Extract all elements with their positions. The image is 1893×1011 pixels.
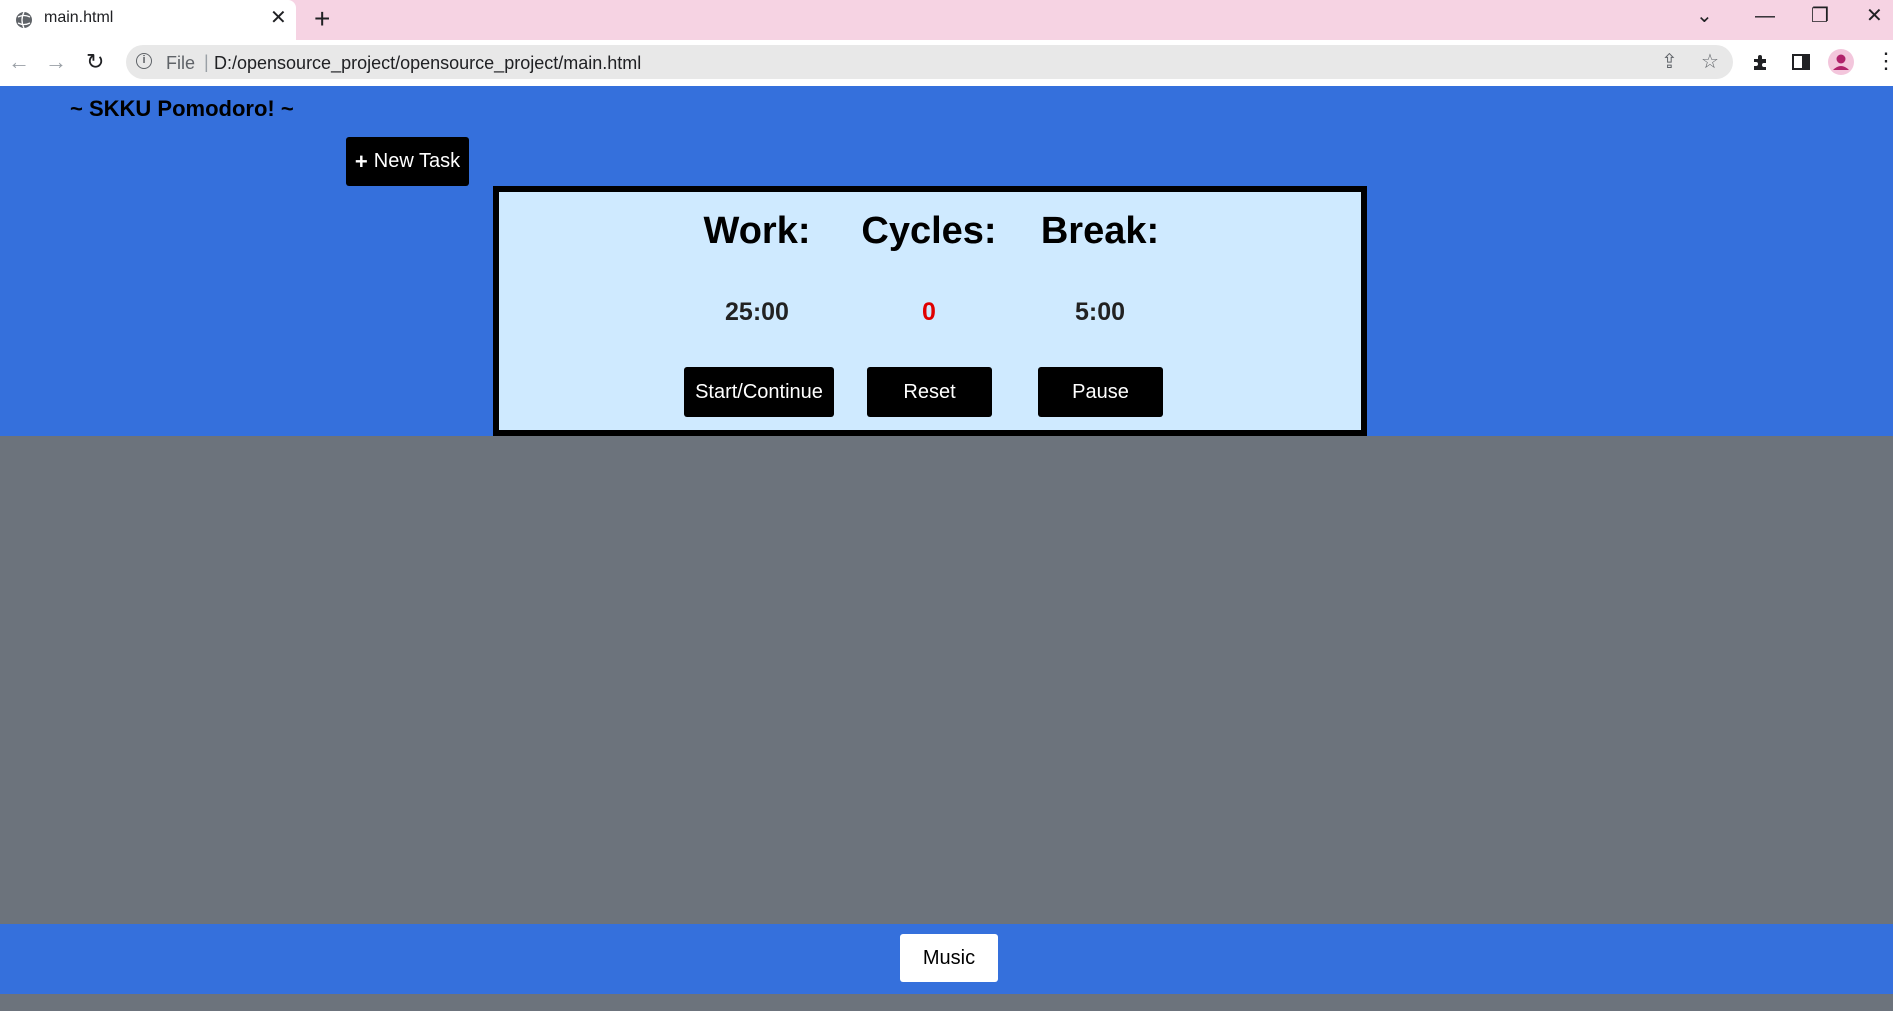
browser-toolbar: ← → ↻ i File | D:/opensource_project/ope…	[0, 40, 1893, 86]
url-text[interactable]: D:/opensource_project/opensource_project…	[214, 53, 641, 74]
pause-button[interactable]: Pause	[1038, 367, 1163, 417]
share-icon[interactable]: ⇪	[1661, 51, 1678, 73]
reset-button[interactable]: Reset	[867, 367, 992, 417]
cycles-heading: Cycles:	[861, 210, 997, 252]
page-content: ~ SKKU Pomodoro! ~ + New Task Work: Cycl…	[0, 86, 1893, 1011]
globe-icon	[16, 11, 32, 29]
new-tab-icon[interactable]: +	[314, 5, 330, 33]
work-time: 25:00	[725, 298, 789, 326]
break-heading: Break:	[1040, 210, 1160, 252]
side-panel-icon[interactable]	[1791, 52, 1811, 72]
restore-icon[interactable]: ❐	[1811, 4, 1829, 28]
browser-tabstrip: main.html ✕ + ⌄ — ❐ ✕	[0, 0, 1893, 40]
music-button[interactable]: Music	[900, 934, 998, 982]
new-task-button[interactable]: + New Task	[346, 137, 469, 186]
profile-avatar[interactable]	[1828, 49, 1854, 75]
back-icon[interactable]: ←	[8, 49, 30, 75]
info-icon[interactable]: i	[136, 53, 152, 69]
app-title: ~ SKKU Pomodoro! ~	[70, 96, 294, 121]
plus-icon: +	[354, 148, 368, 174]
forward-icon[interactable]: →	[45, 49, 67, 75]
break-time: 5:00	[1074, 298, 1126, 326]
header-band: ~ SKKU Pomodoro! ~ + New Task Work: Cycl…	[0, 86, 1893, 436]
tab-title: main.html	[44, 9, 114, 26]
reload-icon[interactable]: ↻	[86, 49, 104, 75]
start-continue-button[interactable]: Start/Continue	[684, 367, 834, 417]
address-bar[interactable]: i File | D:/opensource_project/opensourc…	[126, 45, 1733, 79]
work-heading: Work:	[703, 210, 811, 252]
tab-search-chevron-icon[interactable]: ⌄	[1696, 4, 1713, 28]
cycles-count: 0	[922, 298, 936, 326]
browser-tab[interactable]: main.html ✕	[0, 0, 296, 40]
footer-band: Music	[0, 924, 1893, 994]
minimize-icon[interactable]: —	[1755, 4, 1775, 28]
tab-close-icon[interactable]: ✕	[270, 8, 287, 28]
window-close-icon[interactable]: ✕	[1866, 4, 1883, 28]
extensions-puzzle-icon[interactable]	[1751, 52, 1771, 72]
profile-icon	[1833, 54, 1849, 70]
scheme-label: File	[166, 53, 196, 73]
scheme-separator: |	[204, 52, 209, 72]
browser-menu-icon[interactable]: ⋮	[1875, 50, 1893, 72]
new-task-label: New Task	[373, 150, 461, 172]
bookmark-star-icon[interactable]: ☆	[1701, 51, 1719, 73]
timer-panel: Work: Cycles: Break: 25:00 0 5:00 Start/…	[493, 186, 1367, 436]
